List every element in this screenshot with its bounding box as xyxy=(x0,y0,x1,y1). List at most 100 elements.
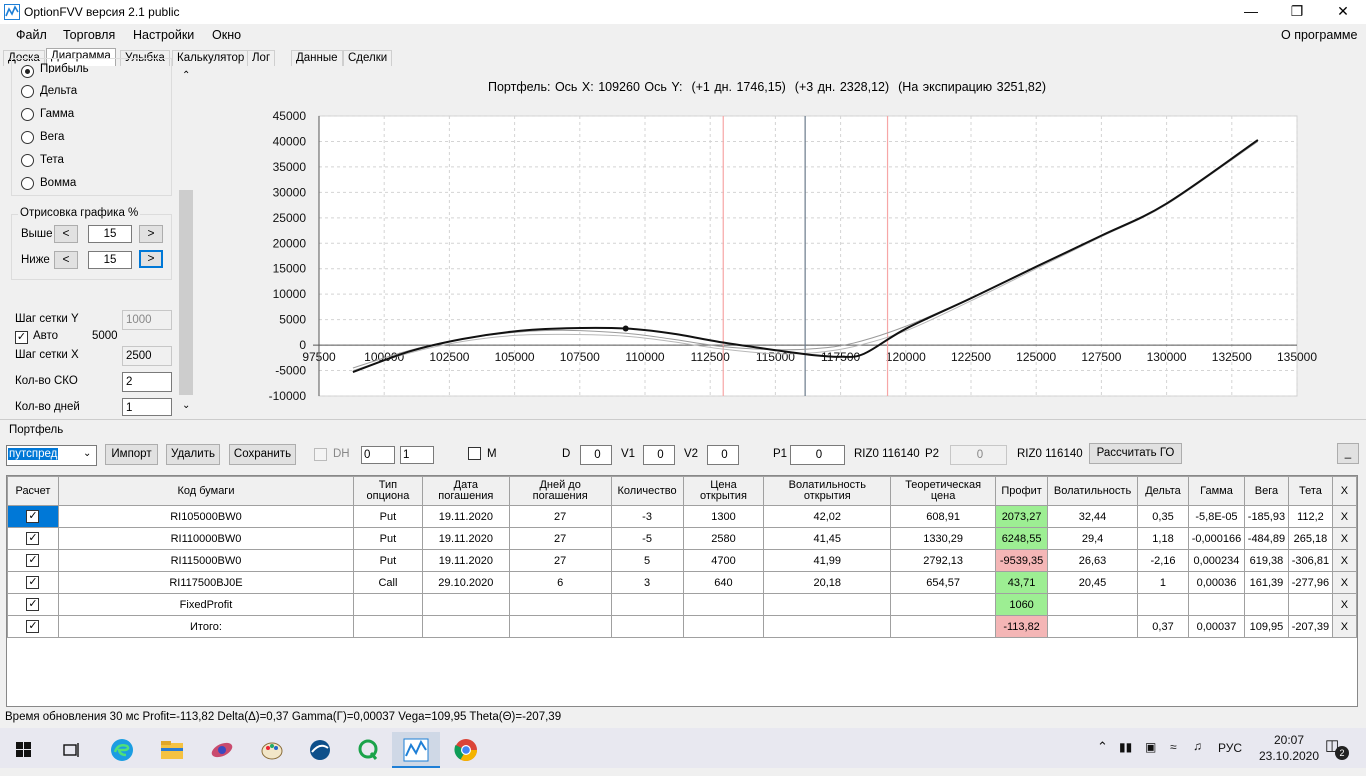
table-row[interactable]: ✓ RI105000BW0 Put 19.11.2020 27 -3 1300 42,02 60… xyxy=(7,505,1358,528)
menu-window[interactable]: Окно xyxy=(212,28,241,42)
calc-checkbox-cell[interactable]: ✓ xyxy=(7,527,59,550)
grid-y-input[interactable]: 1000 xyxy=(122,310,172,330)
grid-x-input[interactable]: 2500 xyxy=(122,346,172,366)
windows-start-icon[interactable] xyxy=(0,732,48,768)
v1-input[interactable]: 0 xyxy=(643,445,675,465)
header-theta[interactable]: Тета xyxy=(1287,476,1333,506)
calc-go-button[interactable]: Рассчитать ГО xyxy=(1089,443,1182,464)
battery-icon[interactable]: ▮▮ xyxy=(1119,740,1132,754)
payoff-chart[interactable]: 97500 100000 102500 105000 107500 110000 11250… xyxy=(196,66,1366,418)
radio-profit[interactable] xyxy=(21,65,34,78)
tab-log[interactable]: Лог xyxy=(247,50,276,67)
d-input[interactable]: 0 xyxy=(580,445,612,465)
header-qty[interactable]: Количество xyxy=(610,476,684,506)
menu-trading[interactable]: Торговля xyxy=(63,28,115,42)
table-row[interactable]: ✓ RI110000BW0 Put 19.11.2020 27 -5 2580 41,45 13… xyxy=(7,527,1358,550)
tray-chevron-up-icon[interactable]: ⌃ xyxy=(1097,739,1108,755)
app-satellite-icon[interactable] xyxy=(198,732,246,768)
header-x[interactable]: X xyxy=(1331,476,1358,506)
days-input[interactable]: 1 xyxy=(122,398,172,416)
p2-input[interactable]: 0 xyxy=(950,445,1007,465)
save-button[interactable]: Сохранить xyxy=(229,444,296,465)
calc-checkbox[interactable]: ✓ xyxy=(26,532,40,545)
header-days[interactable]: Дней до погашения xyxy=(508,476,612,506)
volume-icon[interactable]: ♫ xyxy=(1193,739,1202,753)
file-explorer-icon[interactable] xyxy=(148,732,196,768)
clock-date[interactable]: 23.10.2020 xyxy=(1253,749,1325,763)
radio-theta[interactable] xyxy=(21,154,34,167)
quik-app-icon[interactable] xyxy=(344,732,392,768)
below-decrease-button[interactable]: < xyxy=(54,251,78,269)
calc-checkbox-cell[interactable]: ✓ xyxy=(7,505,59,528)
calc-checkbox-cell[interactable]: ✓ xyxy=(7,571,59,594)
calc-checkbox[interactable]: ✓ xyxy=(26,554,40,567)
spin-1[interactable]: 0 xyxy=(361,446,395,464)
scrollbar-thumb[interactable] xyxy=(179,190,193,395)
calc-checkbox-cell[interactable]: ✓ xyxy=(7,549,59,572)
menu-settings[interactable]: Настройки xyxy=(133,28,194,42)
import-button[interactable]: Импорт xyxy=(105,444,158,465)
p1-input[interactable]: 0 xyxy=(790,445,845,465)
header-type[interactable]: Тип опциона xyxy=(352,476,423,506)
cell-x[interactable]: X xyxy=(1331,593,1358,616)
calc-checkbox[interactable]: ✓ xyxy=(26,598,40,611)
network-icon[interactable]: ▣ xyxy=(1145,740,1156,754)
positions-table[interactable]: Расчет Код бумаги Тип опциона Дата погашени… xyxy=(6,475,1358,707)
collapse-button[interactable]: _ xyxy=(1337,443,1359,464)
menu-file[interactable]: Файл xyxy=(16,28,47,42)
spin-2[interactable]: 1 xyxy=(400,446,434,464)
maximize-button[interactable]: ❐ xyxy=(1274,0,1320,24)
below-increase-button[interactable]: > xyxy=(139,250,163,268)
menu-about[interactable]: О программе xyxy=(1281,28,1357,42)
clock-time[interactable]: 20:07 xyxy=(1265,733,1313,747)
edge-browser-icon[interactable] xyxy=(98,732,146,768)
header-delta[interactable]: Дельта xyxy=(1137,476,1189,506)
header-open-vol[interactable]: Волатильность открытия xyxy=(763,476,892,506)
header-open-price[interactable]: Цена открытия xyxy=(682,476,765,506)
header-gamma[interactable]: Гамма xyxy=(1187,476,1245,506)
above-decrease-button[interactable]: < xyxy=(54,225,78,243)
v2-input[interactable]: 0 xyxy=(707,445,739,465)
header-profit[interactable]: Профит xyxy=(995,476,1049,506)
chrome-icon[interactable] xyxy=(442,732,490,768)
table-row[interactable]: ✓ RI117500BJ0E Call 29.10.2020 6 3 640 20,18 654… xyxy=(7,571,1358,594)
calc-checkbox[interactable]: ✓ xyxy=(26,576,40,589)
cell-x[interactable]: X xyxy=(1331,549,1358,572)
header-vol[interactable]: Волатильность xyxy=(1047,476,1139,506)
radio-vomma[interactable] xyxy=(21,177,34,190)
above-value[interactable]: 15 xyxy=(88,225,132,243)
calc-checkbox[interactable]: ✓ xyxy=(26,510,40,523)
header-code[interactable]: Код бумаги xyxy=(57,476,354,506)
header-theo-price[interactable]: Теоретическая цена xyxy=(890,476,997,506)
sko-input[interactable]: 2 xyxy=(122,372,172,392)
m-checkbox[interactable] xyxy=(468,447,481,460)
scroll-up-icon[interactable]: ⌃ xyxy=(182,70,190,81)
paint-icon[interactable] xyxy=(248,732,296,768)
below-value[interactable]: 15 xyxy=(88,251,132,269)
auto-checkbox[interactable]: ✓ xyxy=(15,331,28,344)
tab-data[interactable]: Данные xyxy=(291,50,343,67)
above-increase-button[interactable]: > xyxy=(139,225,163,243)
radio-vega[interactable] xyxy=(21,131,34,144)
scroll-down-icon[interactable]: ⌄ xyxy=(182,400,190,411)
app-globe-icon[interactable] xyxy=(296,732,344,768)
radio-delta[interactable] xyxy=(21,85,34,98)
header-vega[interactable]: Вега xyxy=(1243,476,1289,506)
cell-x[interactable]: X xyxy=(1331,527,1358,550)
wifi-icon[interactable]: ≈ xyxy=(1170,740,1177,754)
table-row[interactable]: ✓ Итого: -113,82 0,37 0,00037 109,95 -207,39 X xyxy=(7,615,1358,638)
tab-deals[interactable]: Сделки xyxy=(343,50,393,67)
delete-button[interactable]: Удалить xyxy=(166,444,220,465)
optionfvv-taskbar-icon[interactable] xyxy=(392,732,440,768)
close-button[interactable]: ✕ xyxy=(1320,0,1366,24)
cell-x[interactable]: X xyxy=(1331,615,1358,638)
header-date[interactable]: Дата погашения xyxy=(421,476,510,506)
portfolio-select[interactable]: путспред ⌄ xyxy=(6,445,97,466)
calc-checkbox-cell[interactable]: ✓ xyxy=(7,593,59,616)
cell-x[interactable]: X xyxy=(1331,505,1358,528)
table-row[interactable]: ✓ FixedProfit 1060 X xyxy=(7,593,1358,616)
cell-x[interactable]: X xyxy=(1331,571,1358,594)
table-row[interactable]: ✓ RI115000BW0 Put 19.11.2020 27 5 4700 41,99 279… xyxy=(7,549,1358,572)
task-view-icon[interactable] xyxy=(48,732,96,768)
header-calc[interactable]: Расчет xyxy=(7,476,59,506)
